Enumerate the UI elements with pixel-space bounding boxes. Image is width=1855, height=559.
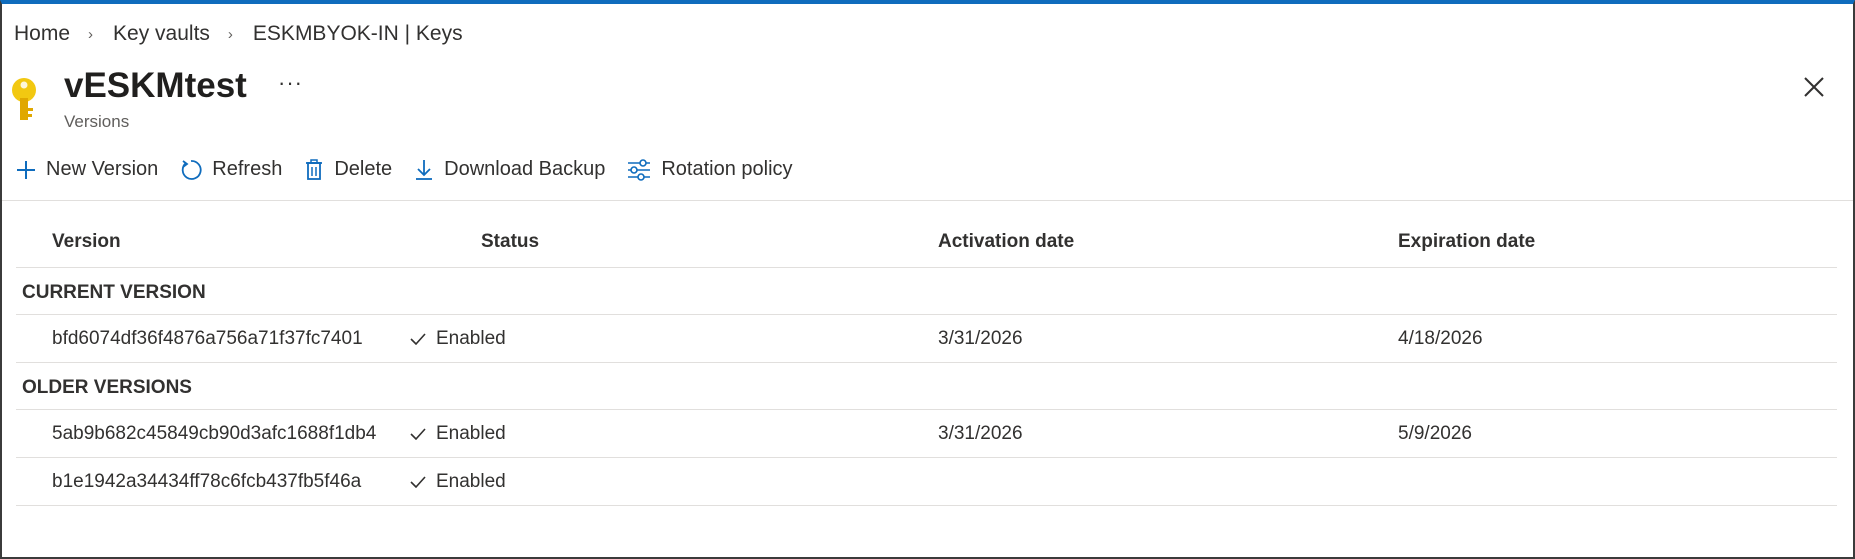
- status-text: Enabled: [436, 328, 506, 349]
- column-header-status[interactable]: Status: [481, 231, 539, 253]
- versions-table: Version Status Activation date Expiratio…: [16, 217, 1837, 506]
- new-version-button[interactable]: New Version: [16, 158, 158, 181]
- column-header-version[interactable]: Version: [52, 231, 121, 253]
- new-version-label: New Version: [46, 158, 159, 180]
- command-bar: New Version Refresh Delete Download Back…: [16, 158, 815, 181]
- settings-sliders-icon: [628, 158, 651, 181]
- status-text: Enabled: [436, 471, 506, 492]
- status-text: Enabled: [436, 423, 506, 444]
- activation-date: 3/31/2026: [938, 328, 1023, 349]
- key-icon: [12, 78, 36, 120]
- column-header-activation-date[interactable]: Activation date: [938, 231, 1074, 253]
- trash-icon: [306, 158, 323, 180]
- key-versions-blade: Home › Key vaults › ESKMBYOK-IN | Keys v…: [0, 0, 1855, 559]
- rotation-policy-button[interactable]: Rotation policy: [627, 158, 793, 181]
- plus-icon: [17, 160, 35, 179]
- version-id[interactable]: 5ab9b682c45849cb90d3afc1688f1db4: [52, 423, 376, 445]
- breadcrumb-home[interactable]: Home: [14, 22, 70, 46]
- status-cell: Enabled: [410, 471, 506, 493]
- group-label: OLDER VERSIONS: [22, 377, 192, 398]
- page-subtitle: Versions: [64, 112, 130, 131]
- breadcrumb: Home › Key vaults › ESKMBYOK-IN | Keys: [14, 22, 463, 46]
- breadcrumb-separator: ›: [227, 25, 233, 43]
- refresh-button[interactable]: Refresh: [180, 158, 282, 181]
- checkmark-icon: [410, 476, 426, 488]
- group-header-current-version: CURRENT VERSION: [16, 268, 1837, 315]
- activation-date: 3/31/2026: [938, 423, 1023, 444]
- group-label: CURRENT VERSION: [22, 282, 206, 303]
- version-id[interactable]: bfd6074df36f4876a756a71f37fc7401: [52, 328, 363, 350]
- rotation-policy-label: Rotation policy: [661, 158, 793, 180]
- refresh-label: Refresh: [212, 158, 283, 180]
- more-options-button[interactable]: ···: [278, 70, 303, 96]
- table-row[interactable]: b1e1942a34434ff78c6fcb437fb5f46a Enabled: [16, 458, 1837, 506]
- checkmark-icon: [410, 333, 426, 345]
- version-id[interactable]: b1e1942a34434ff78c6fcb437fb5f46a: [52, 471, 361, 493]
- download-icon: [416, 159, 433, 180]
- status-cell: Enabled: [410, 423, 506, 445]
- breadcrumb-key-vaults[interactable]: Key vaults: [113, 22, 210, 46]
- page-title: vESKMtest: [64, 66, 247, 105]
- toolbar-divider: [2, 200, 1853, 201]
- status-cell: Enabled: [410, 328, 506, 350]
- close-icon[interactable]: [1801, 74, 1827, 100]
- delete-button[interactable]: Delete: [304, 158, 392, 181]
- checkmark-icon: [410, 428, 426, 440]
- table-header: Version Status Activation date Expiratio…: [16, 217, 1837, 268]
- table-row[interactable]: 5ab9b682c45849cb90d3afc1688f1db4 Enabled…: [16, 410, 1837, 458]
- table-row[interactable]: bfd6074df36f4876a756a71f37fc7401 Enabled…: [16, 315, 1837, 363]
- download-backup-label: Download Backup: [444, 158, 606, 180]
- breadcrumb-separator: ›: [88, 25, 94, 43]
- breadcrumb-keys[interactable]: ESKMBYOK-IN | Keys: [253, 22, 463, 46]
- expiration-date: 4/18/2026: [1398, 328, 1483, 349]
- expiration-date: 5/9/2026: [1398, 423, 1472, 444]
- refresh-icon: [182, 159, 202, 180]
- group-header-older-versions: OLDER VERSIONS: [16, 363, 1837, 410]
- delete-label: Delete: [334, 158, 393, 180]
- download-backup-button[interactable]: Download Backup: [414, 158, 605, 181]
- column-header-expiration-date[interactable]: Expiration date: [1398, 231, 1535, 253]
